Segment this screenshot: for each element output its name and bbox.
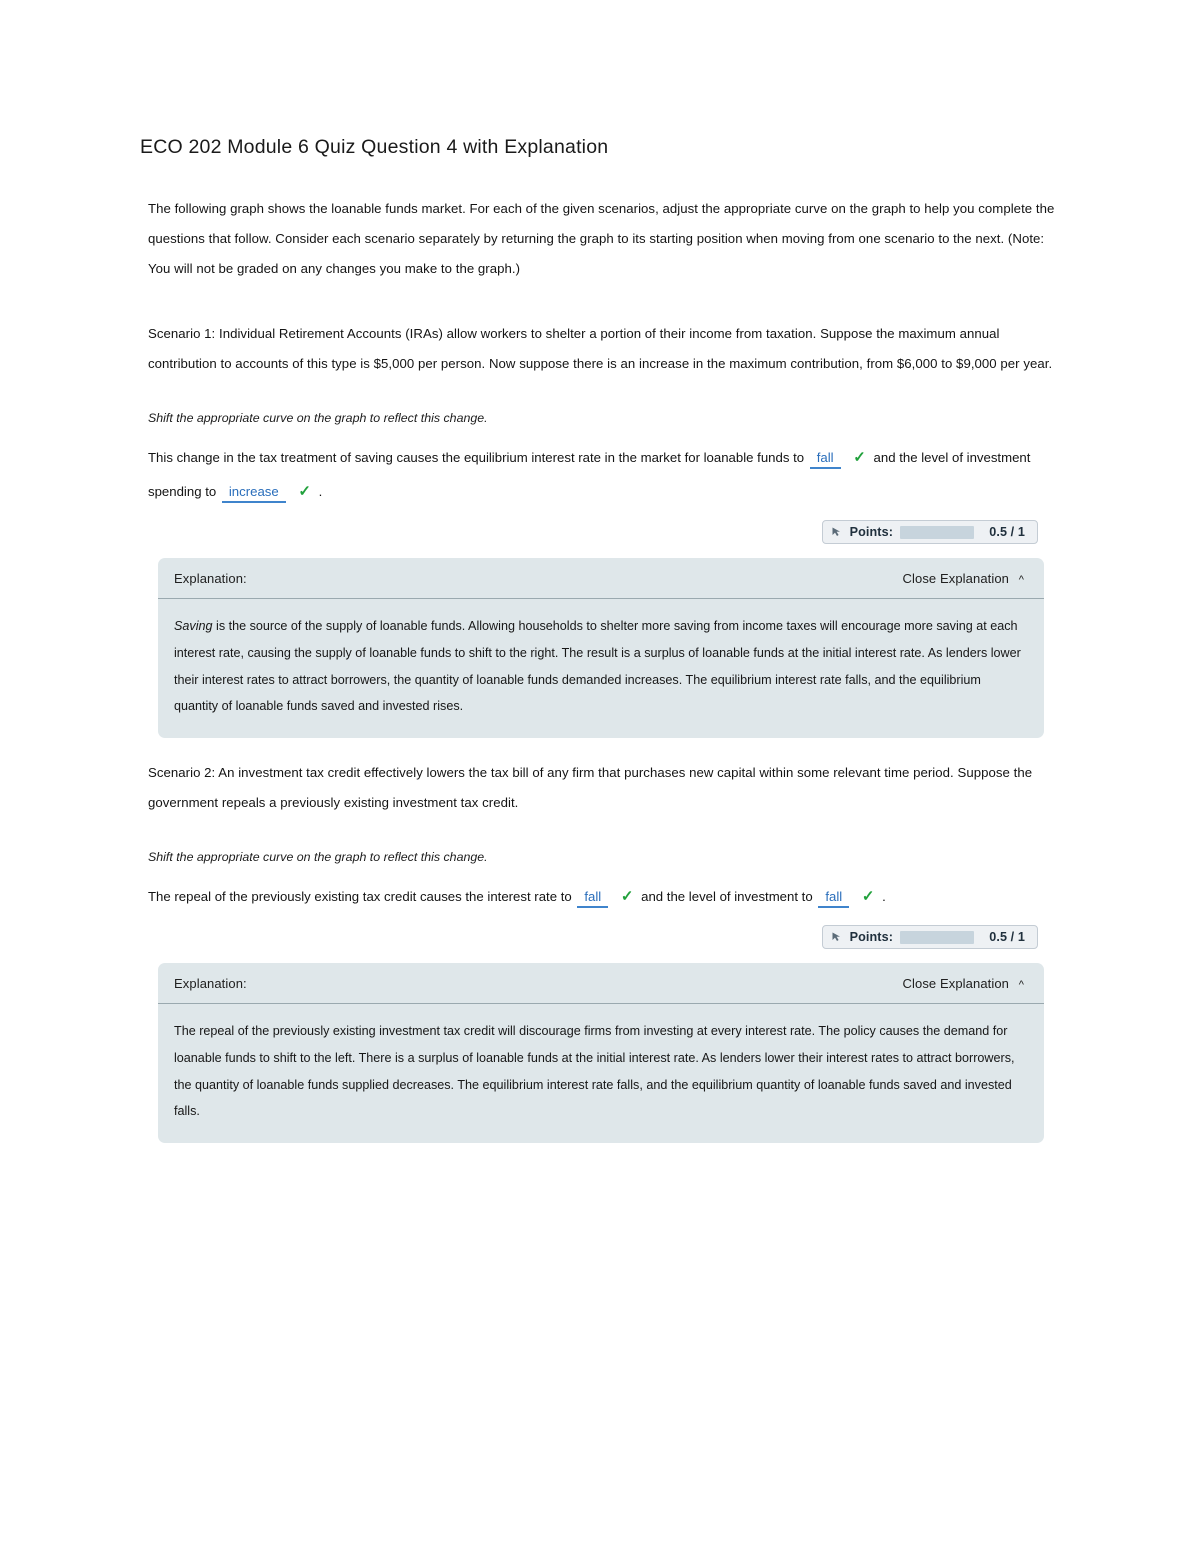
scenario-2-question-end: . xyxy=(882,888,886,904)
explanation-title: Explanation: xyxy=(174,976,247,992)
points-value: 0.5 / 1 xyxy=(989,930,1025,945)
explanation-lead-term: Saving xyxy=(174,619,213,634)
correct-check-icon: ✓ xyxy=(298,482,311,500)
scenario-1-question-end: . xyxy=(318,483,323,499)
points-progress-bar xyxy=(900,930,974,944)
explanation-title: Explanation: xyxy=(174,571,247,587)
scenario-2-answer-line: The repeal of the previously existing ta… xyxy=(140,880,1060,914)
close-explanation-label: Close Explanation xyxy=(902,571,1010,587)
scenario-2-dropdown-2[interactable]: fall xyxy=(818,889,850,909)
explanation-body: The repeal of the previously existing in… xyxy=(158,1004,1044,1143)
close-explanation-label: Close Explanation xyxy=(902,976,1010,992)
page-title: ECO 202 Module 6 Quiz Question 4 with Ex… xyxy=(140,136,609,158)
chevron-up-icon: ^ xyxy=(1018,979,1024,992)
intro-paragraph: The following graph shows the loanable f… xyxy=(148,201,1055,276)
scenario-1-prompt: Scenario 1: Individual Retirement Accoun… xyxy=(148,326,1053,372)
scenario-2-prompt: Scenario 2: An investment tax credit eff… xyxy=(148,765,1033,810)
points-label: Points: xyxy=(849,930,893,945)
scenario-2-question-part1: The repeal of the previously existing ta… xyxy=(148,888,572,904)
close-explanation-button[interactable]: Close Explanation ^ xyxy=(903,976,1024,991)
correct-check-icon: ✓ xyxy=(853,448,866,466)
pointer-arrow-icon xyxy=(831,931,843,943)
scenario-1-points-row: Points: 0.5 / 1 xyxy=(140,520,1038,545)
scenario-1-explanation-panel: Explanation: Close Explanation ^ Saving … xyxy=(158,558,1044,739)
scenario-2-explanation-panel: Explanation: Close Explanation ^ The rep… xyxy=(158,963,1044,1144)
scenario-1-dropdown-2[interactable]: increase xyxy=(221,484,286,504)
document-page: ECO 202 Module 6 Quiz Question 4 with Ex… xyxy=(0,0,1200,1553)
scenario-2-dropdown-1[interactable]: fall xyxy=(577,889,609,909)
chevron-up-icon: ^ xyxy=(1018,574,1024,587)
close-explanation-button[interactable]: Close Explanation ^ xyxy=(903,571,1024,586)
explanation-header: Explanation: Close Explanation ^ xyxy=(158,558,1044,600)
scenario-1-dropdown-1[interactable]: fall xyxy=(809,450,841,470)
explanation-text: The repeal of the previously existing in… xyxy=(174,1024,1015,1119)
scenario-2-question-part2: and the level of investment to xyxy=(641,888,813,904)
scenario-2-instruction: Shift the appropriate curve on the graph… xyxy=(148,849,488,864)
points-badge: Points: 0.5 / 1 xyxy=(821,925,1038,950)
explanation-text: is the source of the supply of loanable … xyxy=(174,619,1021,714)
points-value: 0.5 / 1 xyxy=(989,525,1025,540)
points-badge: Points: 0.5 / 1 xyxy=(821,520,1038,545)
correct-check-icon: ✓ xyxy=(861,887,875,905)
correct-check-icon: ✓ xyxy=(620,887,634,905)
scenario-2-points-row: Points: 0.5 / 1 xyxy=(140,925,1038,950)
points-label: Points: xyxy=(849,525,893,540)
scenario-1-instruction: Shift the appropriate curve on the graph… xyxy=(148,410,488,425)
scenario-1-question-part1: This change in the tax treatment of savi… xyxy=(148,449,805,465)
explanation-body: Saving is the source of the supply of lo… xyxy=(158,599,1044,738)
explanation-header: Explanation: Close Explanation ^ xyxy=(158,963,1044,1005)
scenario-1-answer-line: This change in the tax treatment of savi… xyxy=(140,441,1060,509)
pointer-arrow-icon xyxy=(831,526,843,538)
points-progress-bar xyxy=(900,525,974,539)
